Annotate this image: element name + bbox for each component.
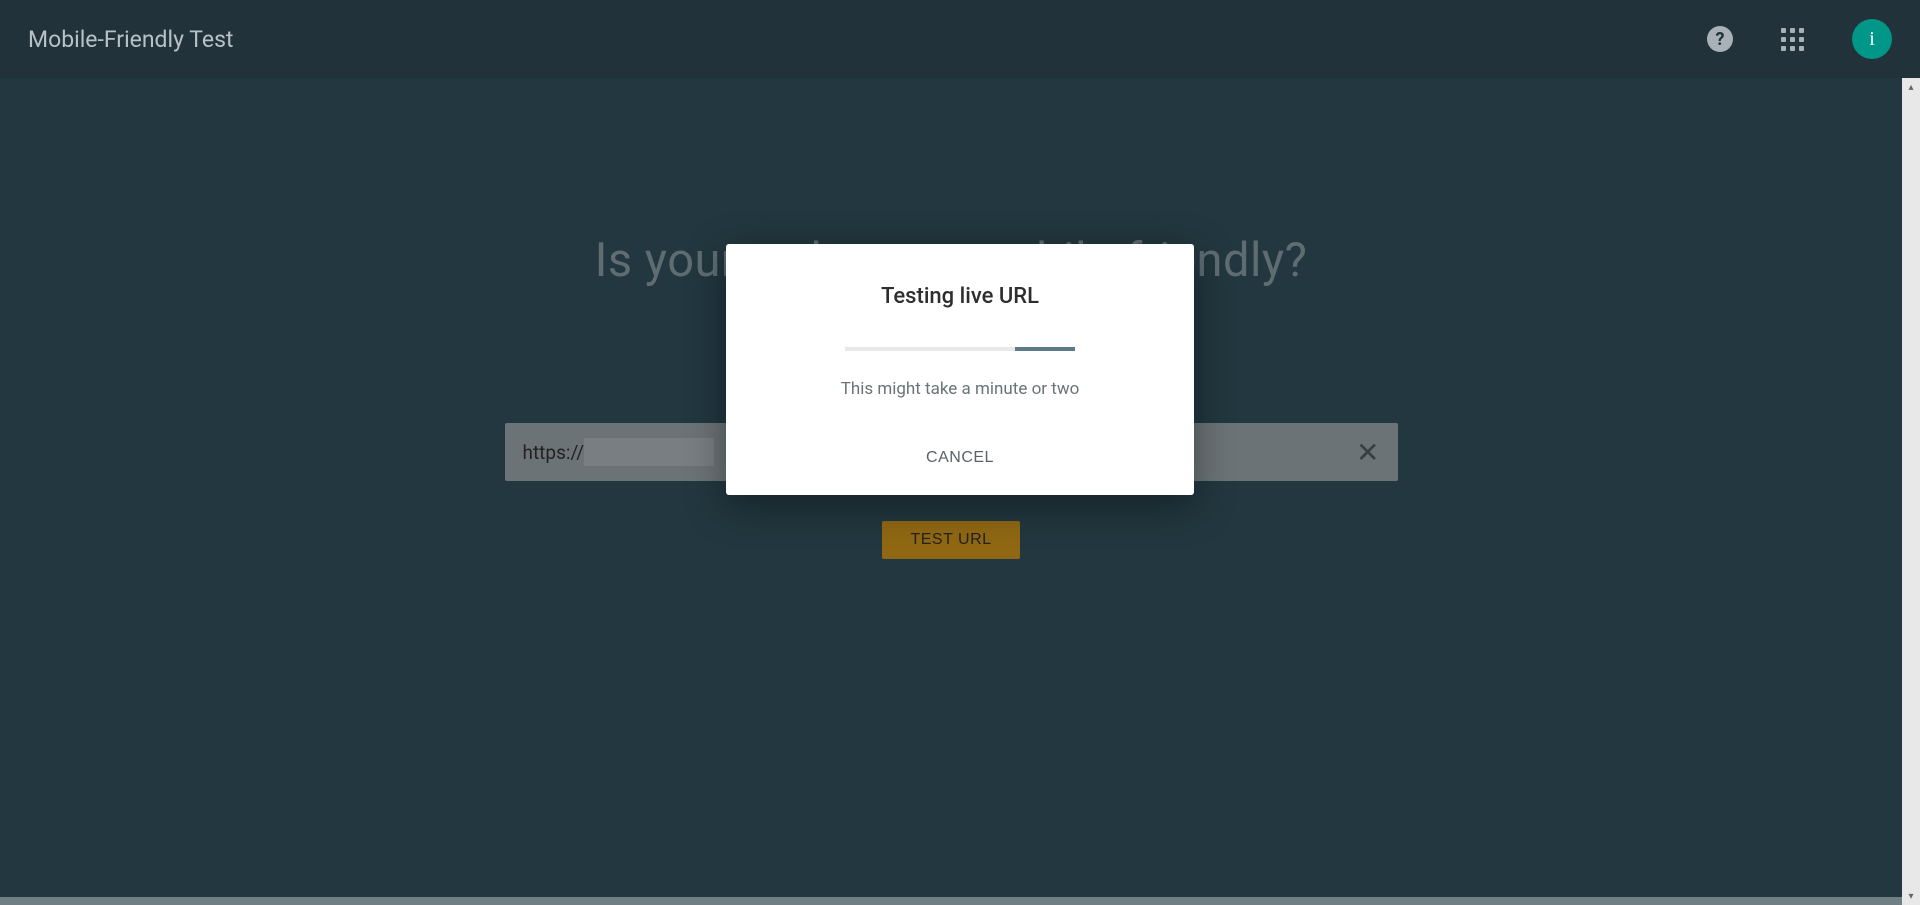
scroll-up-icon[interactable]: ▴ (1902, 78, 1920, 96)
testing-dialog: Testing live URL This might take a minut… (726, 244, 1194, 495)
cancel-button[interactable]: CANCEL (926, 449, 994, 467)
help-icon[interactable]: ? (1707, 26, 1733, 52)
progress-fill (1015, 347, 1075, 351)
header: Mobile-Friendly Test ? i (0, 0, 1920, 78)
bottom-bar (0, 897, 1902, 905)
scrollbar[interactable]: ▴ ▾ (1902, 78, 1920, 905)
app-title: Mobile-Friendly Test (28, 26, 233, 53)
progress-bar (845, 347, 1075, 351)
dialog-title: Testing live URL (746, 284, 1174, 309)
apps-icon[interactable] (1781, 28, 1804, 51)
header-actions: ? i (1707, 19, 1892, 59)
scroll-down-icon[interactable]: ▾ (1902, 887, 1920, 905)
dialog-subtitle: This might take a minute or two (746, 379, 1174, 399)
avatar[interactable]: i (1852, 19, 1892, 59)
